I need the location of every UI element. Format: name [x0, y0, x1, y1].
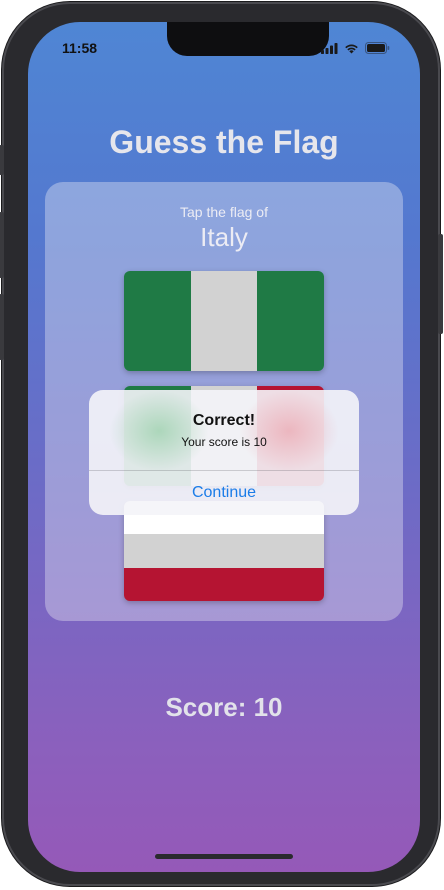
- country-name: Italy: [200, 222, 248, 252]
- side-button: [438, 234, 443, 334]
- page-title: Guess the Flag: [109, 124, 339, 160]
- flag-stripe: [124, 271, 191, 371]
- phone-frame: 11:58 Guess the Flag Tap the flag of Ita…: [0, 2, 443, 886]
- battery-icon: [365, 42, 390, 54]
- prompt-label: Tap the flag of: [180, 204, 268, 220]
- mute-switch: [0, 145, 4, 175]
- flag-button-1[interactable]: [124, 271, 324, 371]
- alert-message: Your score is 10: [181, 435, 267, 449]
- alert-backdrop-tint: [109, 390, 209, 472]
- status-icons: [321, 42, 390, 54]
- alert-backdrop-tint: [239, 390, 339, 472]
- wifi-icon: [345, 44, 358, 53]
- flag-stripe: [257, 271, 324, 371]
- flag-stripe: [124, 534, 324, 568]
- score-label: Score: 10: [165, 692, 283, 722]
- flag-button-3[interactable]: [124, 501, 324, 601]
- camera-notch: [167, 22, 329, 56]
- continue-button[interactable]: Continue: [89, 471, 359, 515]
- volume-down-button: [0, 294, 4, 360]
- status-time: 11:58: [62, 40, 98, 56]
- app-screen: 11:58 Guess the Flag Tap the flag of Ita…: [28, 22, 420, 872]
- score-alert: Correct! Your score is 10 Continue: [89, 390, 359, 515]
- flag-stripe: [124, 567, 324, 601]
- home-indicator[interactable]: [155, 854, 293, 859]
- flag-stripe: [190, 271, 258, 371]
- volume-up-button: [0, 212, 4, 278]
- alert-title: Correct!: [192, 412, 256, 429]
- cellular-signal-icon: [321, 42, 338, 54]
